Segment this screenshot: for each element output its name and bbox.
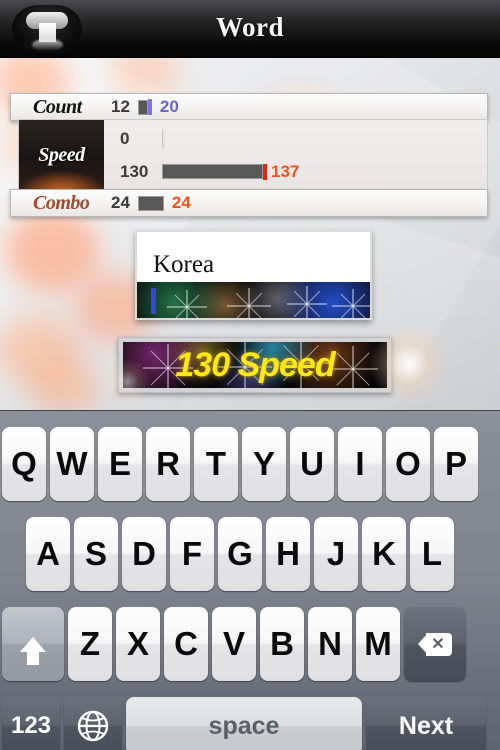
- key-l[interactable]: L: [410, 517, 454, 591]
- key-x[interactable]: X: [116, 607, 160, 681]
- key-c[interactable]: C: [164, 607, 208, 681]
- keyboard-row-1: QWERTYUIOP: [2, 427, 482, 501]
- key-t[interactable]: T: [194, 427, 238, 501]
- key-o[interactable]: O: [386, 427, 430, 501]
- key-s[interactable]: S: [74, 517, 118, 591]
- speed-row-current: 130 137: [120, 155, 487, 188]
- count-bar-marker: [147, 99, 152, 115]
- key-d[interactable]: D: [122, 517, 166, 591]
- count-target: 20: [159, 97, 179, 116]
- key-q[interactable]: Q: [2, 427, 46, 501]
- combo-current: 24: [111, 193, 130, 212]
- speed-current-value: 130: [120, 161, 149, 181]
- game-area: Count 12 20 Speed 0 130 137 Combo 24 24 …: [0, 58, 500, 410]
- sparkle-icon: [287, 286, 327, 318]
- count-label: Count: [33, 95, 82, 118]
- stat-row-speed: Speed 0 130 137: [18, 119, 488, 191]
- keyboard: QWERTYUIOP ASDFGHJKL Z X C V B N M ✕ 123 space Ne…: [0, 410, 500, 750]
- shift-arrow-icon: [20, 636, 46, 665]
- key-m[interactable]: M: [356, 607, 400, 681]
- combo-bar: [137, 195, 164, 211]
- bg-bokeh: [30, 358, 100, 410]
- key-g[interactable]: G: [218, 517, 262, 591]
- key-h[interactable]: H: [266, 517, 310, 591]
- combo-label: Combo: [33, 191, 90, 214]
- backspace-icon: ✕: [418, 632, 452, 656]
- target-word: Korea: [153, 251, 215, 278]
- speed-label: Speed: [38, 143, 85, 166]
- speed-bar-marker: [263, 163, 267, 180]
- title-bar: Word: [0, 0, 500, 58]
- speed-rows: 0 130 137: [104, 120, 487, 190]
- keyboard-row-3: Z X C V B N M ✕: [2, 607, 466, 681]
- typing-area[interactable]: [137, 282, 370, 318]
- combo-target: 24: [171, 193, 191, 212]
- next-key[interactable]: Next: [366, 697, 486, 750]
- globe-key[interactable]: [64, 697, 122, 750]
- count-bar: [137, 99, 152, 115]
- key-n[interactable]: N: [308, 607, 352, 681]
- speed-zero-bar: [162, 129, 165, 148]
- word-box[interactable]: Korea: [135, 230, 372, 320]
- combo-bar-fill: [137, 195, 164, 211]
- speed-bar: [162, 163, 267, 180]
- key-e[interactable]: E: [98, 427, 142, 501]
- speed-banner-inner: 130 Speed: [123, 342, 387, 388]
- key-j[interactable]: J: [314, 517, 358, 591]
- key-y[interactable]: Y: [242, 427, 286, 501]
- globe-icon: [77, 710, 109, 742]
- speed-banner: 130 Speed: [103, 324, 449, 406]
- target-word-area: Korea: [137, 232, 370, 282]
- speed-max-value: 137: [271, 161, 300, 181]
- bg-bokeh: [5, 208, 100, 293]
- sparkle-icon: [167, 290, 207, 318]
- key-a[interactable]: A: [26, 517, 70, 591]
- count-values: 12 20: [111, 97, 179, 117]
- key-i[interactable]: I: [338, 427, 382, 501]
- backspace-key[interactable]: ✕: [404, 607, 466, 681]
- sparkle-icon: [332, 289, 370, 318]
- speed-banner-text: 130 Speed: [175, 345, 335, 384]
- key-p[interactable]: P: [434, 427, 478, 501]
- key-u[interactable]: U: [290, 427, 334, 501]
- shift-key[interactable]: [2, 607, 64, 681]
- space-key[interactable]: space: [126, 697, 362, 750]
- key-v[interactable]: V: [212, 607, 256, 681]
- sparkle-icon: [227, 288, 271, 318]
- keyboard-row-2: ASDFGHJKL: [26, 517, 458, 591]
- key-r[interactable]: R: [146, 427, 190, 501]
- key-w[interactable]: W: [50, 427, 94, 501]
- speed-label-box: Speed: [19, 120, 104, 190]
- count-current: 12: [111, 97, 130, 116]
- key-b[interactable]: B: [260, 607, 304, 681]
- speed-bar-fill: [162, 164, 263, 179]
- stat-row-combo: Combo 24 24: [10, 189, 488, 217]
- keyboard-row-4: 123 space Next: [2, 697, 486, 750]
- key-k[interactable]: K: [362, 517, 406, 591]
- stat-row-count: Count 12 20: [10, 93, 488, 121]
- count-bar-fill: [137, 99, 148, 115]
- key-f[interactable]: F: [170, 517, 214, 591]
- combo-values: 24 24: [111, 193, 191, 213]
- app-root: Word Count 12 20 Speed 0 130 137 Combo 2…: [0, 0, 500, 750]
- numeric-key[interactable]: 123: [2, 697, 60, 750]
- text-caret: [151, 288, 156, 314]
- speed-zero-value: 0: [120, 128, 130, 148]
- speed-row-zero: 0: [120, 122, 487, 155]
- key-z[interactable]: Z: [68, 607, 112, 681]
- page-title: Word: [215, 12, 284, 42]
- bg-bokeh: [0, 313, 80, 388]
- sparkle-icon: [328, 346, 378, 388]
